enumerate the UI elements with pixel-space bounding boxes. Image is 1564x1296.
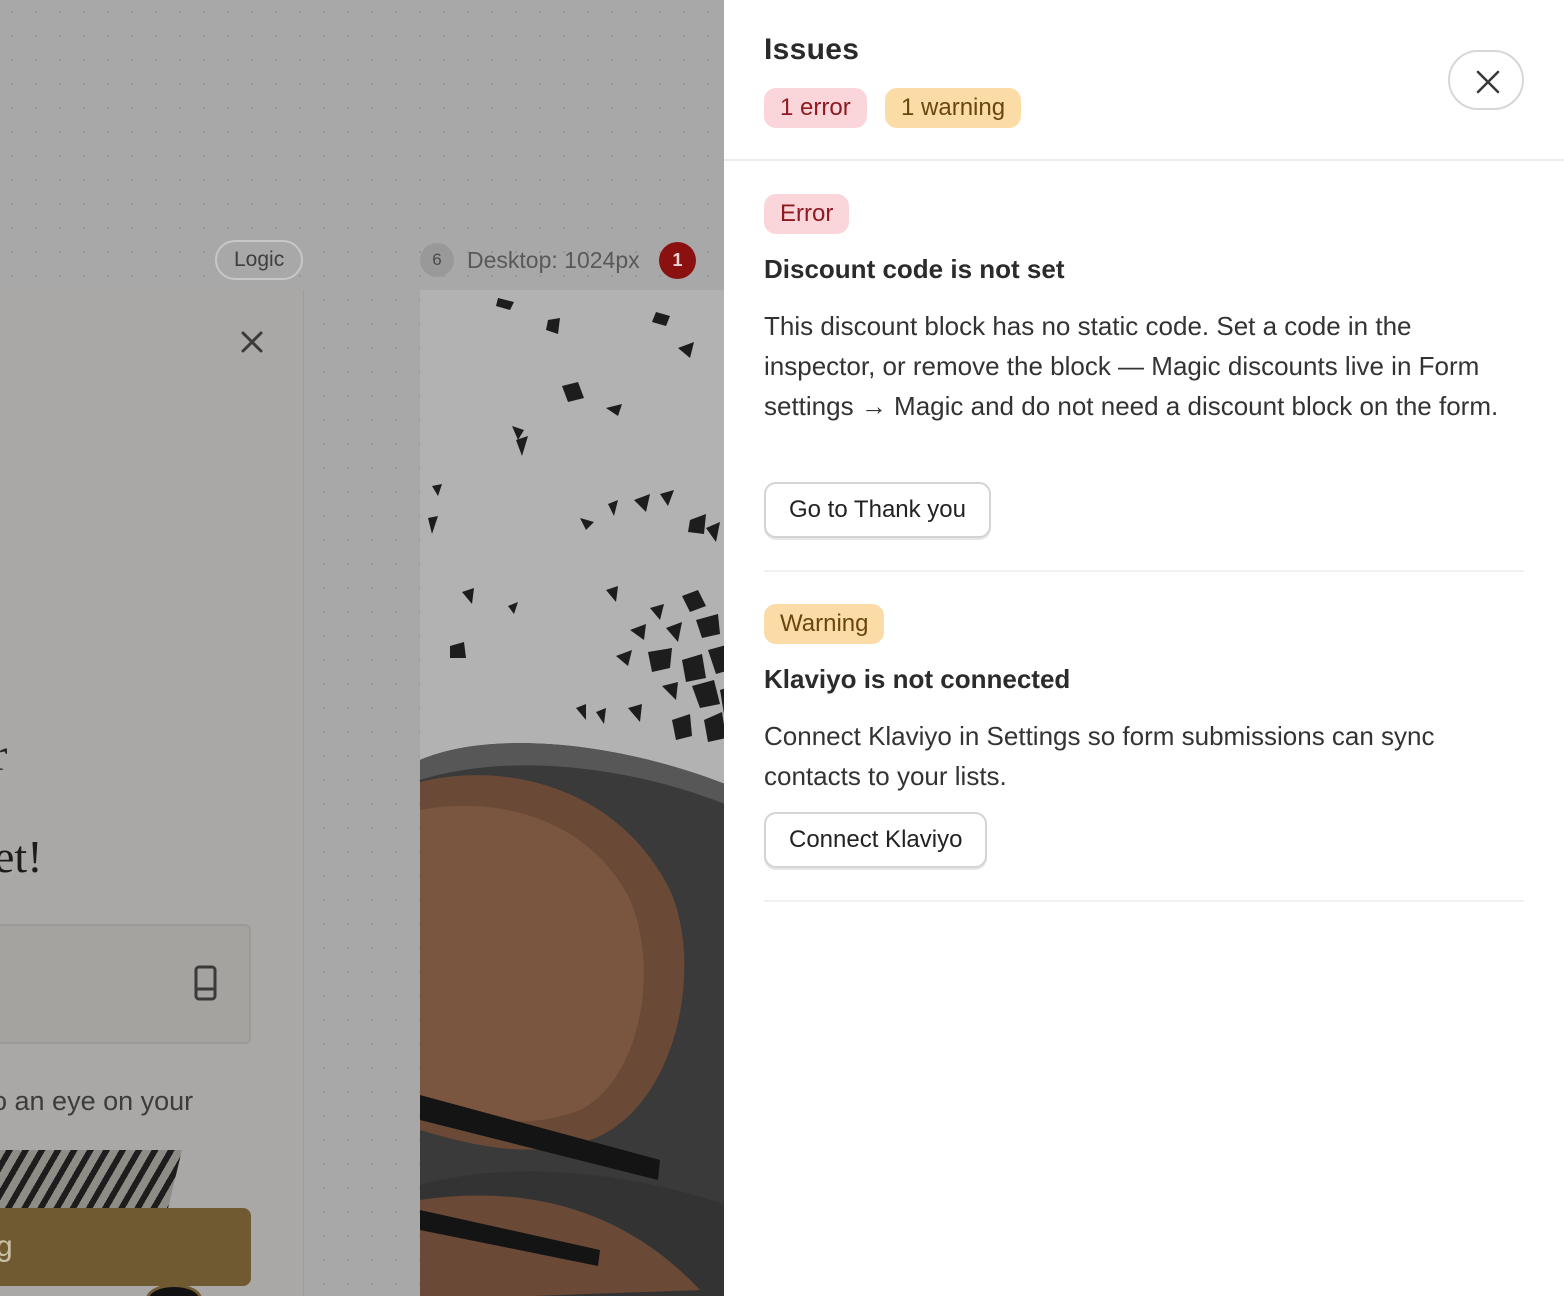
drawer-header: Issues 1 error 1 warning: [724, 0, 1564, 161]
phone-icon: [194, 965, 217, 1001]
desktop-frame-title: Desktop: 1024px: [467, 247, 640, 273]
frame-error-badge: 1: [659, 242, 696, 279]
mobile-heading: et!: [0, 831, 43, 882]
logic-frame-label: Logic: [215, 240, 304, 280]
close-icon: [241, 331, 263, 353]
mobile-caption: o an eye on your: [0, 1086, 194, 1116]
desktop-frame-preview: [420, 290, 724, 1296]
issue-title: Klaviyo is not connected: [764, 664, 1071, 694]
mobile-frame-preview: [0, 290, 304, 1296]
hero-photo: [420, 290, 724, 1296]
issue-description: Connect Klaviyo in Settings so form subm…: [764, 721, 1435, 791]
go-to-thank-you-button[interactable]: Go to Thank you: [764, 482, 991, 538]
issue-card-error: Error Discount code is not set This disc…: [764, 194, 1524, 572]
close-icon: [1476, 70, 1500, 94]
issue-type-badge: Error: [764, 194, 850, 234]
issue-description: This discount block has no static code. …: [764, 311, 1499, 421]
mobile-pattern-image: [0, 1150, 182, 1214]
frame-count-badge: 6: [420, 243, 454, 277]
issue-type-badge: Warning: [764, 604, 885, 644]
warning-count-badge: 1 warning: [885, 88, 1022, 128]
mobile-heading-fragment: r: [0, 728, 7, 781]
issues-drawer: Issues 1 error 1 warning Error Discount …: [724, 0, 1564, 1296]
issue-card-warning: Warning Klaviyo is not connected Connect…: [764, 604, 1524, 902]
error-count-badge: 1 error: [764, 88, 867, 128]
mobile-cta-button: g: [0, 1208, 251, 1286]
editor-canvas: r et! o an eye on your g Logic 6 Desktop…: [0, 0, 724, 1296]
drawer-title: Issues: [764, 33, 860, 66]
connect-klaviyo-button[interactable]: Connect Klaviyo: [764, 812, 988, 868]
close-drawer-button[interactable]: [1448, 50, 1524, 110]
issue-title: Discount code is not set: [764, 254, 1065, 284]
